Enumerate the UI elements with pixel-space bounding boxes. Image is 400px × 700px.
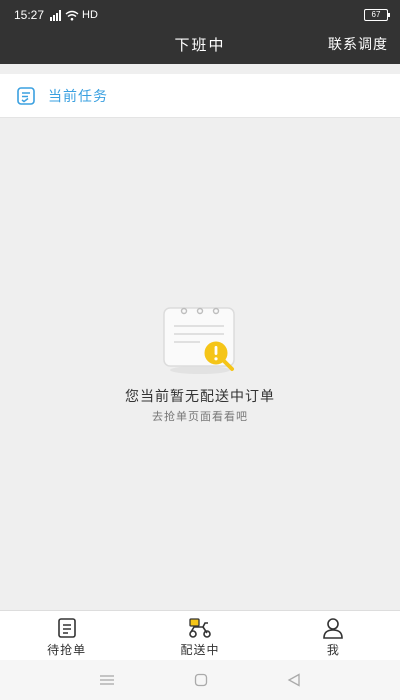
tab-delivering[interactable]: 配送中 xyxy=(133,611,266,660)
document-icon xyxy=(57,618,76,638)
tab-label: 我 xyxy=(326,643,340,657)
empty-state-message: 您当前暂无配送中订单 xyxy=(125,389,275,405)
empty-orders-icon xyxy=(163,307,235,374)
app-header: 下班中 联系调度 xyxy=(0,30,400,64)
tab-label: 待抢单 xyxy=(47,643,87,657)
network-label: HD xyxy=(82,9,98,21)
scooter-icon xyxy=(189,618,211,638)
wifi-icon xyxy=(65,10,79,20)
spacer xyxy=(0,64,400,74)
current-task-header: 当前任务 xyxy=(0,74,400,118)
empty-state-hint: 去抢单页面看看吧 xyxy=(152,410,248,423)
tab-label: 配送中 xyxy=(180,643,220,657)
back-icon[interactable] xyxy=(287,673,301,687)
status-bar: 15:27 HD 67 xyxy=(0,0,400,30)
menu-icon[interactable] xyxy=(99,674,115,686)
signal-icon xyxy=(50,9,62,21)
task-list-icon xyxy=(17,86,35,105)
battery-icon: 67 xyxy=(364,9,390,21)
system-nav-bar xyxy=(0,660,400,700)
contact-dispatch-button[interactable]: 联系调度 xyxy=(328,30,388,60)
tab-pending-orders[interactable]: 待抢单 xyxy=(0,611,133,660)
home-icon[interactable] xyxy=(194,673,208,687)
current-task-label: 当前任务 xyxy=(48,88,108,105)
person-icon xyxy=(323,618,344,639)
status-time: 15:27 xyxy=(14,8,45,22)
bottom-tab-bar: 待抢单 配送中 我 xyxy=(0,610,400,660)
tab-me[interactable]: 我 xyxy=(267,611,400,660)
empty-state: 您当前暂无配送中订单 去抢单页面看看吧 xyxy=(0,118,400,610)
